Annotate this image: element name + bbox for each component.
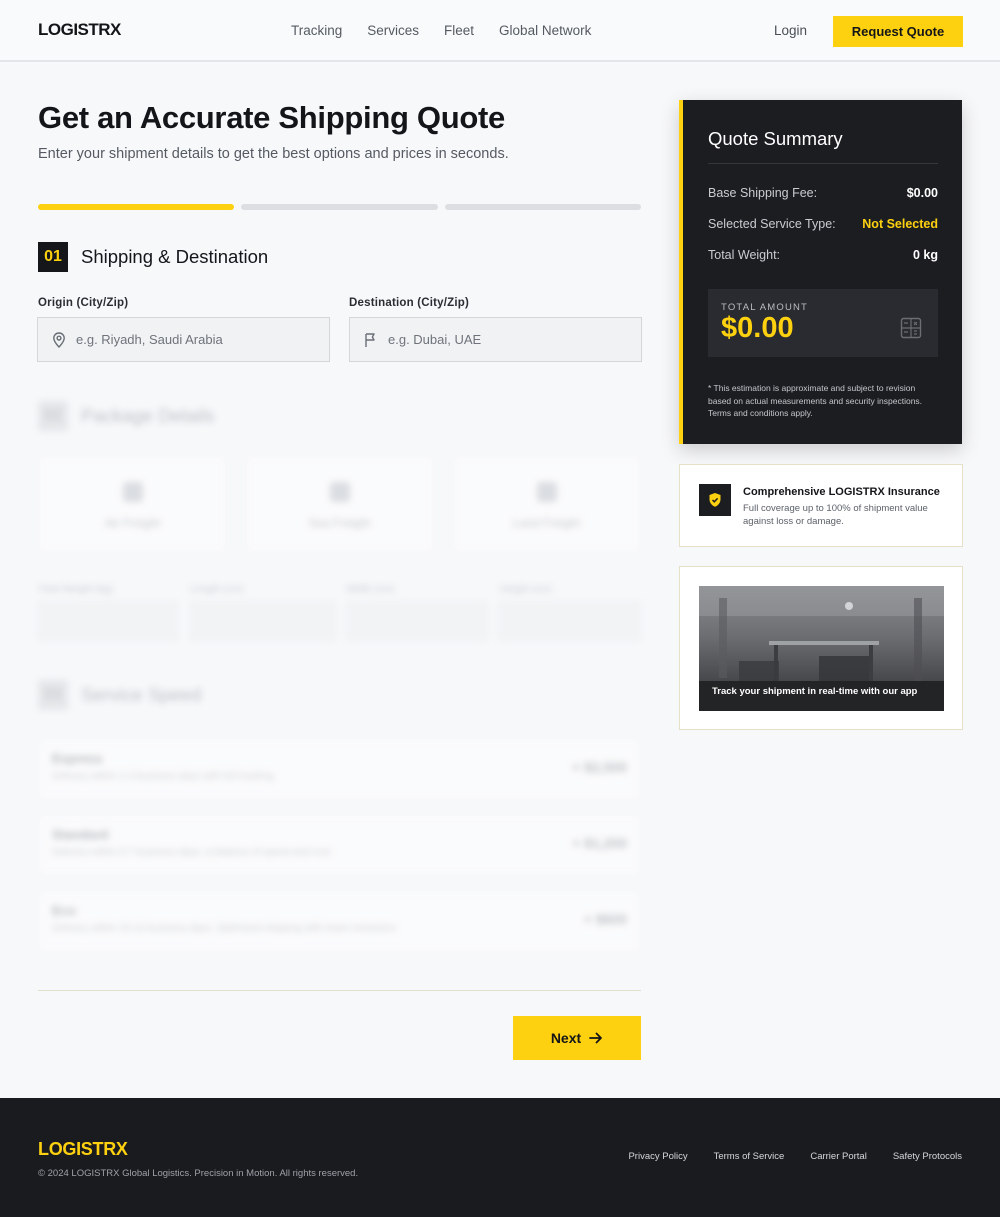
page-subtitle: Enter your shipment details to get the b…	[38, 146, 509, 162]
step-3-badge: 03	[38, 680, 68, 710]
freight-option-label: Air Freight	[104, 516, 161, 530]
step-number-badge: 01	[38, 242, 68, 272]
height-label: Height (cm)	[500, 584, 552, 595]
nav-link-services[interactable]: Services	[367, 23, 419, 38]
brand-logo[interactable]: LOGISTRX	[38, 20, 121, 40]
speed-option-name: Express	[52, 751, 103, 766]
width-input[interactable]	[346, 601, 488, 641]
length-label: Length (cm)	[190, 584, 244, 595]
weight-input[interactable]	[38, 601, 178, 641]
destination-input[interactable]	[388, 332, 618, 347]
nav-link-fleet[interactable]: Fleet	[444, 23, 474, 38]
nav-link-global-network[interactable]: Global Network	[499, 23, 591, 38]
summary-row-service-type: Selected Service Type: Not Selected	[708, 217, 938, 231]
summary-disclaimer: * This estimation is approximate and sub…	[708, 383, 923, 418]
summary-title: Quote Summary	[708, 128, 843, 149]
step-progress-bar	[38, 204, 641, 210]
destination-label: Destination (City/Zip)	[349, 297, 470, 309]
speed-option-desc: Delivery within 10-14 business days. Opt…	[52, 923, 397, 934]
shield-icon	[699, 484, 731, 516]
speed-option-name: Eco	[52, 903, 76, 918]
progress-step-1	[38, 204, 235, 210]
footer-link-carrier-portal[interactable]: Carrier Portal	[810, 1151, 867, 1162]
speed-option-desc: Delivery within 5-7 business days, a bal…	[52, 847, 331, 858]
speed-option-price: + $1,200	[572, 835, 627, 851]
speed-option-eco[interactable]: Eco Delivery within 10-14 business days.…	[38, 890, 641, 952]
request-quote-button[interactable]: Request Quote	[833, 16, 963, 47]
footer-links: Privacy Policy Terms of Service Carrier …	[628, 1151, 962, 1162]
next-button-label: Next	[550, 1030, 582, 1046]
summary-row-value: Not Selected	[862, 217, 938, 231]
app-promo-caption: Track your shipment in real-time with ou…	[712, 686, 918, 697]
step-2-badge: 02	[38, 401, 68, 431]
origin-label: Origin (City/Zip)	[38, 297, 129, 309]
step-3-title: Service Speed	[81, 684, 202, 705]
speed-option-desc: Delivery within 1-3 business days with f…	[52, 771, 274, 782]
top-nav-bar: LOGISTRX Tracking Services Fleet Global …	[0, 0, 1000, 62]
app-promo-card[interactable]: Track your shipment in real-time with ou…	[679, 566, 963, 730]
quote-summary-card: Quote Summary Base Shipping Fee: $0.00 S…	[679, 100, 962, 444]
progress-step-3	[444, 204, 641, 210]
main-nav: Tracking Services Fleet Global Network	[291, 23, 591, 38]
freight-option-label: Sea Freight	[308, 516, 371, 530]
total-amount-box: TOTAL AMOUNT $0.00	[708, 289, 938, 357]
page-title: Get an Accurate Shipping Quote	[38, 100, 505, 135]
nav-link-tracking[interactable]: Tracking	[291, 23, 342, 38]
plane-icon	[122, 482, 143, 502]
total-amount-value: $0.00	[721, 312, 794, 344]
arrow-right-icon	[589, 1032, 603, 1044]
freight-option-land[interactable]: Land Freight	[452, 455, 641, 553]
calculator-icon	[900, 317, 922, 339]
step-title: Shipping & Destination	[81, 246, 269, 267]
freight-option-label: Land Freight	[512, 516, 581, 530]
footer-copyright: © 2024 LOGISTRX Global Logistics. Precis…	[38, 1168, 359, 1179]
summary-row-value: $0.00	[906, 186, 938, 200]
form-divider	[38, 990, 641, 991]
flag-icon	[365, 332, 375, 347]
summary-row-label: Base Shipping Fee:	[708, 186, 818, 200]
origin-field[interactable]	[37, 317, 330, 362]
speed-option-price: + $600	[583, 911, 627, 927]
speed-option-express[interactable]: Express Delivery within 1-3 business day…	[38, 738, 641, 800]
origin-input[interactable]	[76, 332, 306, 347]
freight-option-sea[interactable]: Sea Freight	[245, 455, 434, 553]
speed-option-price: + $2,500	[572, 759, 627, 775]
summary-row-total-weight: Total Weight: 0 kg	[708, 248, 938, 262]
weight-label: Total Weight (kg)	[38, 584, 113, 595]
insurance-card[interactable]: Comprehensive LOGISTRX Insurance Full co…	[679, 464, 963, 547]
destination-field[interactable]	[349, 317, 642, 362]
summary-row-value: 0 kg	[912, 248, 938, 262]
insurance-desc: Full coverage up to 100% of shipment val…	[743, 503, 928, 527]
speed-option-name: Standard	[52, 827, 109, 842]
height-input[interactable]	[498, 601, 641, 641]
footer-link-privacy[interactable]: Privacy Policy	[628, 1151, 687, 1162]
summary-divider	[708, 163, 938, 164]
width-label: Width (cm)	[346, 584, 395, 595]
insurance-title: Comprehensive LOGISTRX Insurance	[743, 486, 940, 498]
footer-link-terms[interactable]: Terms of Service	[714, 1151, 785, 1162]
footer-logo[interactable]: LOGISTRX	[38, 1139, 128, 1160]
summary-row-label: Selected Service Type:	[708, 217, 836, 231]
site-footer: LOGISTRX © 2024 LOGISTRX Global Logistic…	[0, 1098, 1000, 1217]
login-link[interactable]: Login	[774, 23, 807, 38]
progress-step-2	[241, 204, 438, 210]
length-input[interactable]	[190, 601, 336, 641]
location-pin-icon	[53, 331, 65, 348]
summary-row-base-fee: Base Shipping Fee: $0.00	[708, 186, 938, 200]
next-button[interactable]: Next	[513, 1016, 641, 1060]
freight-option-air[interactable]: Air Freight	[38, 455, 227, 553]
step-2-title: Package Details	[81, 405, 215, 426]
footer-link-safety[interactable]: Safety Protocols	[893, 1151, 962, 1162]
ship-icon	[329, 482, 350, 502]
warehouse-image: Track your shipment in real-time with ou…	[699, 586, 944, 711]
truck-icon	[536, 482, 557, 502]
summary-row-label: Total Weight:	[708, 248, 781, 262]
speed-option-standard[interactable]: Standard Delivery within 5-7 business da…	[38, 814, 641, 876]
